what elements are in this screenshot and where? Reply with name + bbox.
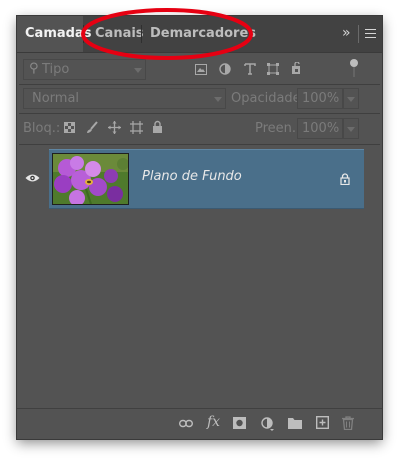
panel-tab-bar: Camadas Canais Demarcadores » (17, 16, 382, 53)
add-mask-icon[interactable] (233, 417, 246, 429)
divider (19, 113, 380, 114)
layers-panel: Camadas Canais Demarcadores » ⚲ Tipo Nor… (17, 16, 382, 439)
fill-value: 100% (302, 121, 340, 136)
new-layer-icon[interactable] (316, 416, 329, 429)
flower-thumbnail-image (53, 154, 128, 204)
divider (19, 144, 380, 145)
lock-artboard-icon[interactable] (130, 121, 143, 134)
adjustment-layer-icon[interactable] (261, 417, 275, 431)
chevron-down-icon (347, 127, 355, 132)
type-filter-icon[interactable] (244, 63, 256, 75)
layer-visibility-column (17, 149, 48, 207)
shape-filter-icon[interactable] (267, 63, 279, 75)
fill-label: Preen.: (255, 121, 301, 136)
layer-row-background[interactable]: Plano de Fundo (49, 149, 364, 209)
layers-bottom-toolbar: fx (17, 408, 382, 439)
fill-slider-toggle[interactable] (343, 118, 359, 139)
link-layers-icon[interactable] (179, 419, 193, 428)
layer-name[interactable]: Plano de Fundo (142, 169, 242, 184)
pixel-filter-icon[interactable] (195, 64, 207, 75)
layer-lock-icon[interactable] (340, 173, 350, 185)
lock-transparent-pixels-icon[interactable] (64, 122, 75, 133)
filter-kind-dropdown[interactable]: ⚲ Tipo (23, 59, 146, 80)
lock-image-pixels-icon[interactable] (86, 121, 98, 134)
opacity-label: Opacidade: (231, 91, 306, 106)
tab-paths[interactable]: Demarcadores (142, 16, 264, 52)
filter-kind-label: Tipo (42, 62, 70, 77)
blend-mode-value: Normal (32, 91, 80, 106)
search-icon: ⚲ (29, 61, 39, 76)
lock-label: Bloq.: (23, 121, 61, 136)
eye-icon[interactable] (25, 173, 40, 183)
tab-separator (358, 25, 359, 43)
chevron-down-icon (214, 97, 222, 102)
opacity-slider-toggle[interactable] (343, 88, 359, 109)
divider (19, 84, 380, 85)
tab-layers[interactable]: Camadas (17, 16, 91, 52)
adjustment-filter-icon[interactable] (219, 63, 231, 75)
trash-icon[interactable] (342, 416, 354, 430)
lock-position-icon[interactable] (108, 121, 121, 134)
blend-mode-dropdown[interactable]: Normal (23, 88, 226, 109)
opacity-value: 100% (302, 91, 340, 106)
layer-style-fx-icon[interactable]: fx (207, 414, 220, 430)
new-group-folder-icon[interactable] (288, 417, 302, 429)
filter-toggle-switch[interactable] (347, 58, 361, 78)
collapse-panel-icon[interactable]: » (342, 25, 351, 41)
fill-input[interactable]: 100% (297, 118, 343, 139)
chevron-down-icon (134, 68, 142, 73)
chevron-down-icon (347, 97, 355, 102)
tab-separator (83, 25, 84, 43)
lock-all-icon[interactable] (152, 120, 163, 133)
layer-thumbnail (52, 153, 129, 205)
opacity-input[interactable]: 100% (297, 88, 343, 109)
smart-object-filter-icon[interactable] (291, 62, 303, 75)
panel-menu-icon[interactable] (365, 29, 376, 38)
